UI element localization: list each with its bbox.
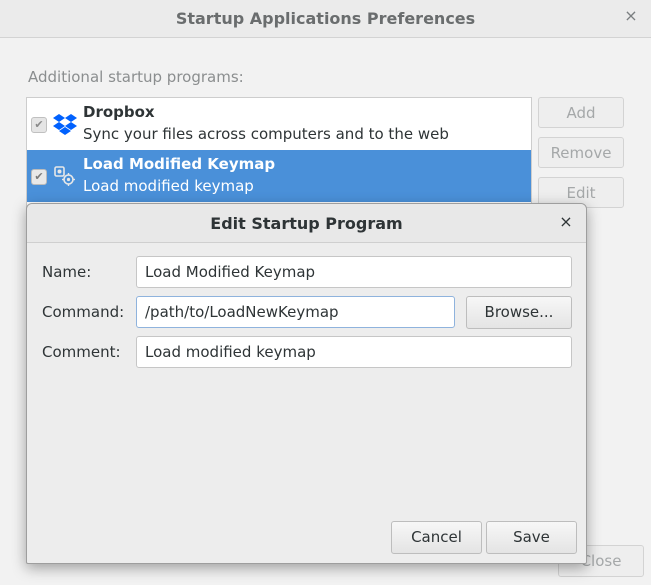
command-label: Command: — [42, 303, 125, 321]
remove-button[interactable]: Remove — [538, 137, 624, 168]
program-name: Load Modified Keymap — [83, 155, 276, 173]
dialog-titlebar: Edit Startup Program × — [27, 204, 586, 243]
gears-icon — [53, 164, 77, 188]
list-item-load-modified-keymap[interactable]: ✔ Load Modified Keymap Load modified key… — [27, 150, 531, 202]
name-field[interactable] — [136, 256, 572, 288]
name-label: Name: — [42, 263, 92, 281]
program-name: Dropbox — [83, 103, 155, 121]
list-item-dropbox[interactable]: ✔ Dropbox Sync your files across compute… — [27, 98, 531, 150]
enabled-checkbox[interactable]: ✔ — [31, 117, 47, 133]
add-button[interactable]: Add — [538, 97, 624, 128]
dropbox-icon — [53, 112, 77, 136]
dialog-close-icon[interactable]: × — [558, 214, 574, 230]
cancel-button[interactable]: Cancel — [391, 521, 482, 554]
window-titlebar: Startup Applications Preferences × — [0, 0, 651, 38]
edit-startup-program-dialog: Edit Startup Program × Name: Command: Br… — [26, 203, 587, 564]
save-button[interactable]: Save — [486, 521, 577, 554]
comment-field[interactable] — [136, 336, 572, 368]
enabled-checkbox[interactable]: ✔ — [31, 169, 47, 185]
window-title: Startup Applications Preferences — [175, 9, 476, 28]
section-label: Additional startup programs: — [28, 68, 244, 86]
program-description: Sync your files across computers and to … — [83, 125, 449, 143]
comment-label: Comment: — [42, 343, 121, 361]
program-description: Load modified keymap — [83, 177, 254, 195]
browse-button[interactable]: Browse... — [466, 296, 572, 329]
command-field[interactable] — [136, 296, 455, 328]
window-close-icon[interactable]: × — [623, 8, 639, 24]
dialog-title: Edit Startup Program — [210, 214, 403, 233]
